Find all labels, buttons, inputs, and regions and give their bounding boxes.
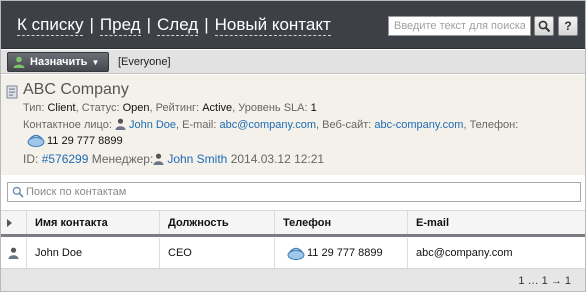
previous-link[interactable]: Пред bbox=[99, 15, 141, 36]
search-icon bbox=[12, 186, 24, 198]
help-button[interactable]: ? bbox=[558, 16, 578, 36]
type-label: Тип: bbox=[23, 102, 45, 114]
phone-label: Телефон: bbox=[469, 119, 519, 131]
column-header-phone[interactable]: Телефон bbox=[275, 211, 408, 234]
status-label: Статус: bbox=[81, 102, 120, 114]
company-name: ABC Company bbox=[23, 81, 129, 98]
person-icon bbox=[8, 247, 19, 259]
sla-value: 1 bbox=[310, 102, 317, 114]
expand-all-toggle[interactable] bbox=[1, 211, 27, 234]
column-header-name[interactable]: Имя контакта bbox=[27, 211, 160, 234]
assigned-group: [Everyone] bbox=[118, 56, 171, 68]
contact-card-window: К списку | Пред | След | Новый контакт ? Назна… bbox=[0, 0, 586, 292]
sla-label: Уровень SLA: bbox=[238, 102, 308, 114]
website-label: Веб-сайт: bbox=[322, 119, 372, 131]
timestamp: 2014.03.12 12:21 bbox=[230, 152, 325, 166]
person-icon bbox=[115, 118, 126, 130]
search-button[interactable] bbox=[534, 16, 554, 36]
chevron-down-icon: ▼ bbox=[91, 57, 100, 67]
person-icon bbox=[153, 153, 164, 165]
pagination-bar: 1 … 1 → 1 bbox=[1, 269, 585, 291]
nav-separator: | bbox=[146, 15, 151, 34]
contact-search-input[interactable] bbox=[26, 185, 576, 199]
type-value: Client bbox=[47, 102, 76, 114]
new-contact-link[interactable]: Новый контакт bbox=[214, 15, 331, 36]
nav-separator: | bbox=[89, 15, 94, 34]
back-to-list-link[interactable]: К списку bbox=[17, 15, 84, 36]
company-id-link[interactable]: #576299 bbox=[42, 152, 89, 166]
navigation-links: К списку | Пред | След | Новый контакт bbox=[17, 15, 331, 36]
pagination-text[interactable]: 1 … 1 → 1 bbox=[518, 275, 571, 287]
company-meta-line: ID: #576299 Менеджер: John Smith 2014.03.… bbox=[23, 152, 324, 166]
nav-separator: | bbox=[204, 15, 209, 34]
manager-label: Менеджер: bbox=[91, 152, 154, 166]
company-icon bbox=[6, 85, 18, 99]
phone-icon[interactable] bbox=[27, 133, 45, 147]
email-label: E-mail: bbox=[182, 119, 217, 131]
id-label: ID: bbox=[23, 152, 39, 166]
company-website-link[interactable]: abc-company.com bbox=[374, 119, 463, 131]
company-email-link[interactable]: abc@company.com bbox=[219, 119, 316, 131]
row-contact-icon-cell bbox=[1, 238, 27, 268]
cell-position: CEO bbox=[160, 238, 275, 268]
expand-triangle-icon bbox=[7, 218, 12, 227]
help-icon: ? bbox=[564, 19, 572, 33]
company-attributes-line: Тип: Client, Статус: Open, Рейтинг: Acti… bbox=[23, 102, 317, 114]
cell-contact-name: John Doe bbox=[27, 238, 160, 268]
contact-person-label: Контактное лицо: bbox=[23, 119, 112, 131]
assign-button[interactable]: Назначить ▼ bbox=[7, 52, 109, 72]
rating-value: Active bbox=[202, 102, 233, 114]
column-header-position[interactable]: Должность bbox=[160, 211, 275, 234]
table-row[interactable]: John Doe CEO 11 29 777 8899 abc@company.… bbox=[1, 238, 585, 269]
column-header-email[interactable]: E-mail bbox=[408, 211, 585, 234]
top-navigation-bar: К списку | Пред | След | Новый контакт ? bbox=[1, 1, 585, 49]
company-contacts-line: Контактное лицо: John Doe, E-mail: abc@c… bbox=[23, 118, 519, 131]
global-search-input[interactable] bbox=[388, 16, 531, 36]
manager-link[interactable]: John Smith bbox=[167, 152, 227, 166]
cell-email: abc@company.com bbox=[416, 247, 513, 259]
contact-person-link[interactable]: John Doe bbox=[129, 119, 176, 131]
search-icon bbox=[538, 20, 550, 32]
rating-label: Рейтинг: bbox=[155, 102, 200, 114]
status-value: Open bbox=[122, 102, 150, 114]
company-details: ABC Company Тип: Client, Статус: Open, Р… bbox=[1, 75, 585, 175]
assign-label: Назначить bbox=[30, 56, 88, 68]
phone-icon[interactable] bbox=[287, 246, 305, 260]
contact-search-box[interactable] bbox=[7, 182, 581, 202]
company-phone-line: 11 29 777 8899 bbox=[27, 133, 123, 147]
company-phone-value: 11 29 777 8899 bbox=[47, 135, 123, 147]
assign-toolbar: Назначить ▼ [Everyone] bbox=[1, 50, 585, 74]
contacts-table-header: Имя контакта Должность Телефон E-mail bbox=[1, 210, 585, 237]
cell-phone: 11 29 777 8899 bbox=[275, 238, 408, 268]
cell-phone-value: 11 29 777 8899 bbox=[307, 247, 383, 259]
person-icon bbox=[13, 56, 25, 68]
next-link[interactable]: След bbox=[157, 15, 199, 36]
